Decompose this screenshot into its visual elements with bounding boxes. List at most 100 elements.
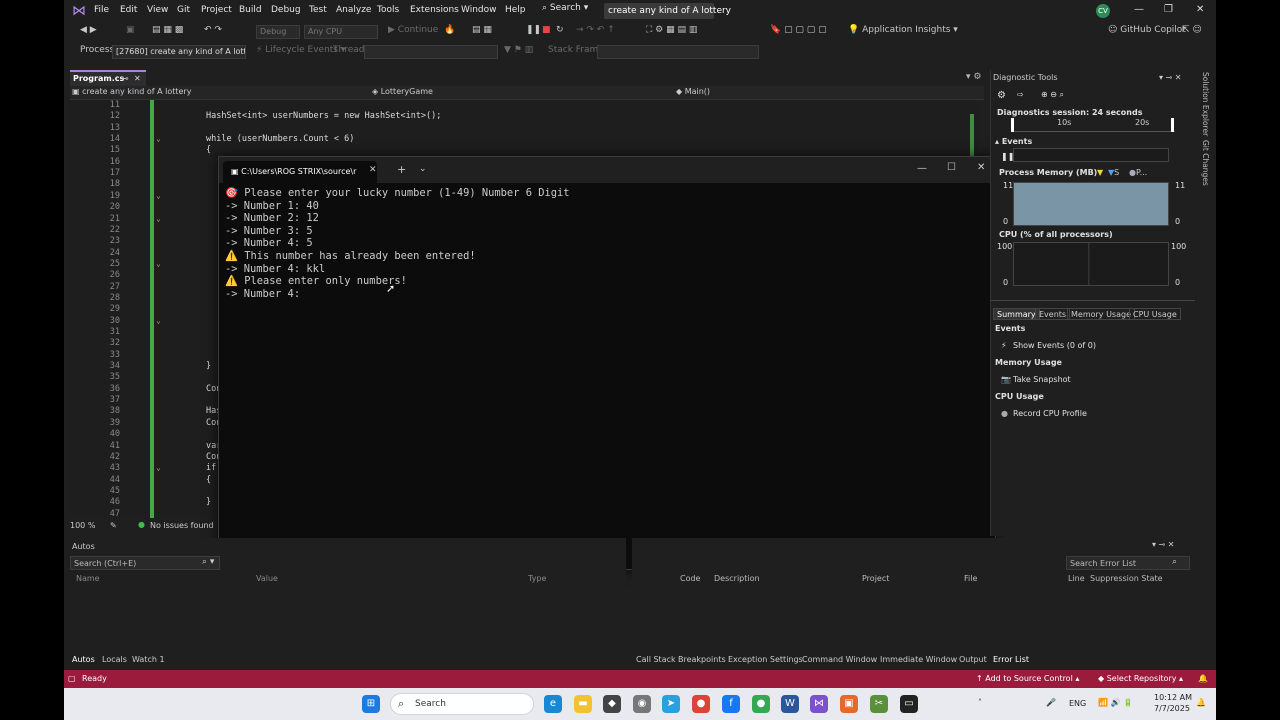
telegram-icon[interactable]: ➤ [662, 695, 680, 713]
tab-watch-1[interactable]: Watch 1 [132, 655, 165, 664]
thread-icons[interactable]: ▼ ⚑ ▥ [504, 45, 533, 55]
fold-chevron-icon[interactable]: ⌄ [156, 134, 161, 143]
tray-chevron-icon[interactable]: ˄ [978, 698, 982, 707]
menu-help[interactable]: Help [505, 5, 526, 15]
record-cpu-link[interactable]: Record CPU Profile [1013, 409, 1087, 418]
terminal-taskbar-icon[interactable]: ▭ [900, 695, 918, 713]
edge-icon[interactable]: e [544, 695, 562, 713]
snapshot-icon[interactable]: 📷 [1001, 375, 1011, 384]
solution-explorer-tab[interactable]: Solution Explorer [1201, 72, 1210, 136]
app-green-icon[interactable]: ✂ [870, 695, 888, 713]
tab-events[interactable]: Events [1035, 308, 1071, 320]
autos-search-input[interactable]: Search (Ctrl+E) [70, 556, 220, 570]
menu-git[interactable]: Git [177, 5, 190, 15]
lifecycle-events-button[interactable]: ⚡ Lifecycle Events ▾ [256, 45, 345, 55]
take-snapshot-link[interactable]: Take Snapshot [1013, 375, 1071, 384]
visual-studio-icon[interactable]: ⋈ [810, 695, 828, 713]
tab-summary[interactable]: Summary [993, 308, 1040, 320]
tab-program-cs[interactable]: Program.cs ⊸ ✕ [70, 70, 146, 86]
app-icon[interactable]: ◆ [603, 695, 621, 713]
app-insights-button[interactable]: 💡 Application Insights ▾ [848, 25, 958, 35]
pin-icon[interactable]: ⊸ [122, 74, 129, 83]
menu-debug[interactable]: Debug [271, 5, 301, 15]
start-icon[interactable]: ⊞ [362, 695, 380, 713]
minimize-icon[interactable]: — [917, 163, 927, 174]
nav-project-select[interactable]: ▣ create any kind of A lottery [72, 87, 368, 99]
undo-icon[interactable]: ↶ ↷ [204, 25, 222, 35]
show-events-icon[interactable]: ⚡ [1001, 341, 1007, 350]
terminal-output[interactable]: 🎯 Please enter your lucky number (1-49) … [225, 187, 985, 557]
terminal-window[interactable]: ▣ C:\Users\ROG STRIX\source\r ✕ + ⌄ — ☐ … [218, 156, 996, 570]
close-icon[interactable]: ✕ [977, 162, 985, 173]
menu-window[interactable]: Window [461, 5, 497, 15]
platform-select[interactable]: Any CPU [304, 25, 378, 39]
config-select[interactable]: Debug [256, 25, 300, 39]
tab-memory-usage[interactable]: Memory Usage [1067, 308, 1136, 320]
copilot-button[interactable]: ☺ GitHub Copilot [1108, 25, 1186, 35]
timeline-end-handle[interactable] [1171, 118, 1174, 132]
col-file[interactable]: File [964, 574, 977, 583]
repository-button[interactable]: ◆ Select Repository ▴ [1098, 674, 1183, 683]
notifications-icon[interactable]: 🔔 [1198, 674, 1208, 683]
hot-reload-icon[interactable]: 🔥 [444, 25, 455, 35]
taskbar-search[interactable]: Search [390, 693, 534, 715]
col-suppression[interactable]: Suppression State [1090, 574, 1163, 583]
tab-locals[interactable]: Locals [102, 655, 127, 664]
microphone-icon[interactable]: 🎤 [1046, 698, 1056, 707]
tab-autos[interactable]: Autos [72, 655, 95, 664]
search-icon[interactable]: ⌕ ▾ [202, 557, 214, 567]
language-indicator[interactable]: ENG [1069, 699, 1086, 708]
tab-command-window[interactable]: Command Window [802, 655, 877, 664]
step-icons[interactable]: → ↷ ↶ ↑ [576, 25, 615, 35]
close-tab-icon[interactable]: ✕ [369, 165, 377, 175]
app-orange-icon[interactable]: ▣ [840, 695, 858, 713]
chrome-profile-icon[interactable]: ● [752, 695, 770, 713]
notification-center-icon[interactable]: 🔔 [1196, 698, 1206, 707]
tab-immediate-window[interactable]: Immediate Window [880, 655, 957, 664]
export-icon[interactable]: ⇨ [1017, 90, 1024, 99]
debug-icons[interactable]: ▤ ▦ [472, 25, 492, 35]
timeline-start-handle[interactable] [1011, 118, 1014, 132]
share-icon[interactable]: ⇱ ☺ [1182, 25, 1202, 35]
network-icon[interactable]: 📶 🔊 🔋 [1098, 698, 1133, 707]
col-code[interactable]: Code [680, 574, 700, 583]
fold-chevron-icon[interactable]: ⌄ [156, 191, 161, 200]
camera-icon[interactable]: ◉ [633, 695, 651, 713]
new-tab-icon[interactable]: + [397, 163, 406, 176]
menu-file[interactable]: File [94, 5, 109, 15]
tab-settings-icon[interactable]: ▾ ⚙ [966, 72, 981, 82]
col-name[interactable]: Name [76, 574, 100, 583]
terminal-tab[interactable]: ▣ C:\Users\ROG STRIX\source\r [223, 161, 377, 183]
bookmark-icon[interactable]: 🔖 ▢ ▢ ▢ ▢ [770, 25, 827, 35]
git-changes-tab[interactable]: Git Changes [1201, 140, 1210, 186]
thread-select[interactable] [364, 45, 498, 59]
events-track[interactable] [1013, 148, 1169, 162]
col-project[interactable]: Project [862, 574, 889, 583]
fold-chevron-icon[interactable]: ⌄ [156, 316, 161, 325]
memory-graph[interactable] [1013, 182, 1169, 226]
fold-chevron-icon[interactable]: ⌄ [156, 463, 161, 472]
facebook-icon[interactable]: f [722, 695, 740, 713]
tab-cpu-usage[interactable]: CPU Usage [1129, 308, 1181, 320]
restart-icon[interactable]: ↻ [556, 25, 564, 35]
tab-output[interactable]: Output [959, 655, 987, 664]
tab-call-stack[interactable]: Call Stack [636, 655, 676, 664]
avatar[interactable]: CV [1096, 4, 1110, 18]
file-explorer-icon[interactable]: ▬ [574, 695, 592, 713]
menu-analyze[interactable]: Analyze [336, 5, 371, 15]
panel-controls-icon[interactable]: ▾ ⊸ ✕ [1152, 540, 1175, 549]
fold-chevron-icon[interactable]: ⌄ [156, 259, 161, 268]
zoom-level[interactable]: 100 % [70, 521, 95, 530]
cpu-graph[interactable] [1013, 242, 1169, 286]
chrome-icon[interactable]: ● [692, 695, 710, 713]
col-line[interactable]: Line [1068, 574, 1085, 583]
col-description[interactable]: Description [714, 574, 760, 583]
stack-frame-select[interactable] [597, 45, 759, 59]
pause-icon[interactable]: ❚❚ [526, 25, 541, 35]
panel-controls-icon[interactable]: ▾ ⊸ ✕ [1159, 73, 1182, 82]
tab-error-list[interactable]: Error List [993, 655, 1029, 664]
back-forward-icon[interactable]: ◀ ▶ [80, 25, 97, 35]
close-icon[interactable]: ✕ [1196, 4, 1204, 15]
menu-tools[interactable]: Tools [377, 5, 399, 15]
menu-project[interactable]: Project [201, 5, 232, 15]
